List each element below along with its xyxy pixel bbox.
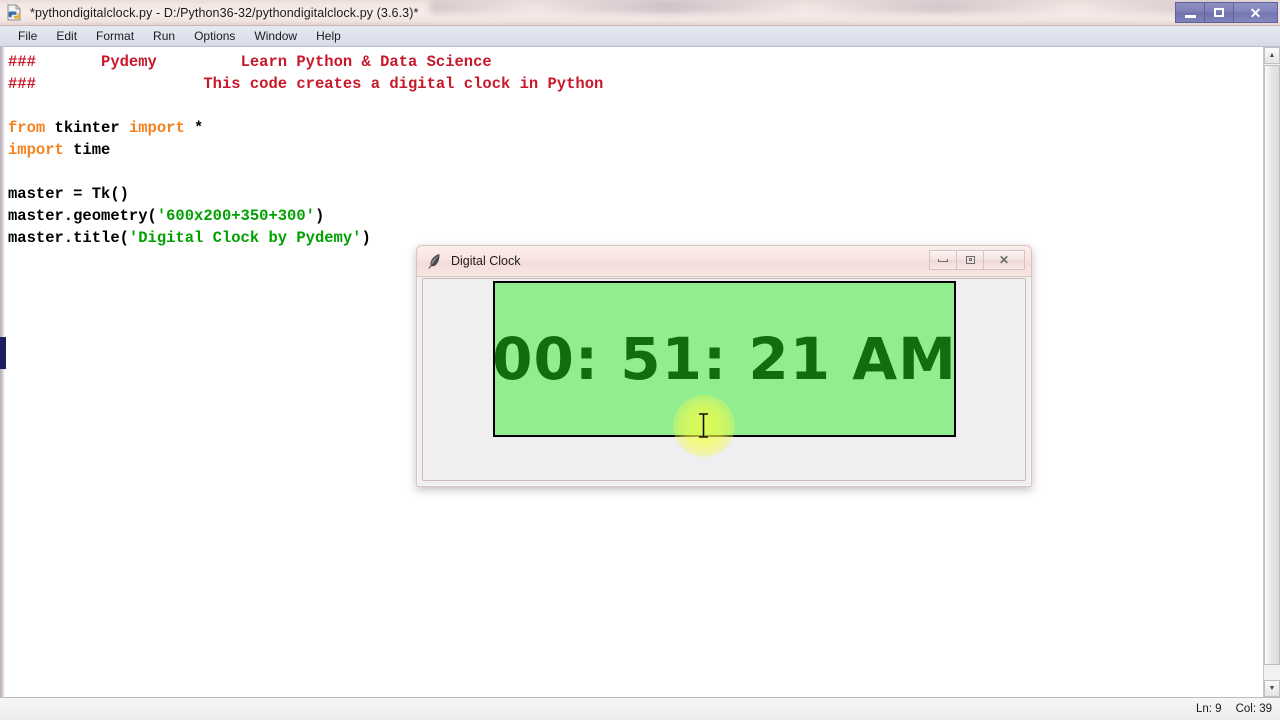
scroll-up-arrow-icon[interactable]: ▲	[1264, 47, 1280, 64]
maximize-icon	[965, 256, 975, 264]
minimize-icon	[1184, 14, 1196, 18]
clock-minimize-button[interactable]	[929, 250, 956, 270]
clock-titlebar[interactable]: Digital Clock ✕	[417, 246, 1031, 277]
code-token: This code creates a digital clock in Pyt…	[203, 75, 604, 93]
code-token: Learn Python & Data Science	[240, 53, 492, 71]
source-code-text[interactable]: ### Pydemy Learn Python & Data Science ##…	[8, 51, 603, 249]
code-token: import	[8, 141, 64, 159]
close-icon: ✕	[1249, 4, 1262, 21]
code-token: )	[314, 207, 325, 225]
code-token: *	[184, 119, 204, 137]
editor-left-edge	[0, 47, 5, 697]
idle-close-button[interactable]: ✕	[1233, 2, 1278, 23]
idle-maximize-button[interactable]	[1204, 2, 1233, 23]
clock-title-text: Digital Clock	[451, 254, 521, 268]
editor-left-marker	[0, 337, 6, 369]
code-token: ###	[8, 75, 36, 93]
close-icon: ✕	[998, 253, 1010, 267]
clock-window-body: 00: 51: 21 AM	[422, 278, 1026, 481]
idle-minimize-button[interactable]	[1175, 2, 1204, 23]
code-token: master.geometry(	[8, 207, 157, 225]
code-token: Pydemy	[101, 53, 157, 71]
code-line: ### Pydemy Learn Python & Data Science	[8, 51, 603, 73]
code-token: import	[128, 119, 185, 137]
scroll-down-arrow-icon[interactable]: ▼	[1264, 680, 1280, 697]
screen-root: *pythondigitalclock.py - D:/Python36-32/…	[0, 0, 1280, 720]
clock-maximize-button[interactable]	[956, 250, 983, 270]
status-line-number: Ln: 9	[1195, 703, 1222, 715]
code-token: master = Tk()	[8, 185, 129, 203]
code-token: master.title(	[8, 229, 129, 247]
clock-window-controls: ✕	[929, 250, 1025, 270]
menu-item-help[interactable]: Help	[307, 27, 350, 45]
menu-item-format[interactable]: Format	[87, 27, 143, 45]
code-line: import time	[8, 139, 603, 161]
tkinter-feather-icon	[428, 254, 440, 269]
code-token: time	[63, 141, 111, 159]
menu-item-run[interactable]: Run	[144, 27, 184, 45]
digital-clock-window[interactable]: Digital Clock ✕ 00: 51: 21 AM	[416, 245, 1032, 487]
code-token: tkinter	[45, 119, 129, 137]
maximize-icon	[1214, 8, 1224, 17]
clock-display-label: 00: 51: 21 AM	[492, 281, 957, 437]
menu-item-edit[interactable]: Edit	[47, 27, 86, 45]
code-line: ### This code creates a digital clock in…	[8, 73, 603, 95]
minimize-icon	[938, 258, 948, 262]
code-token: )	[361, 229, 371, 247]
idle-window-controls: ✕	[1175, 2, 1278, 23]
idle-menubar: File Edit Format Run Options Window Help	[0, 26, 1280, 47]
code-line: from tkinter import *	[8, 117, 603, 139]
code-line: master = Tk()	[8, 183, 603, 205]
code-token: ###	[8, 53, 36, 71]
python-file-icon	[7, 4, 21, 21]
code-token: 'Digital Clock by Pydemy'	[128, 229, 362, 247]
menu-item-file[interactable]: File	[9, 27, 46, 45]
clock-time-text: 00: 51: 21 AM	[492, 325, 957, 393]
idle-statusbar: Ln: 9 Col: 39	[0, 697, 1280, 720]
menu-item-window[interactable]: Window	[245, 27, 306, 45]
editor-vertical-scrollbar[interactable]: ▲ ▼	[1263, 47, 1280, 697]
code-token: from	[8, 119, 46, 137]
code-token: '600x200+350+300'	[156, 207, 315, 225]
scrollbar-thumb[interactable]	[1264, 65, 1280, 665]
idle-titlebar[interactable]: *pythondigitalclock.py - D:/Python36-32/…	[0, 0, 1280, 26]
status-column-number: Col: 39	[1235, 703, 1272, 715]
menu-item-options[interactable]: Options	[185, 27, 244, 45]
clock-close-button[interactable]: ✕	[983, 250, 1025, 270]
code-line: master.geometry('600x200+350+300')	[8, 205, 603, 227]
idle-title-text: *pythondigitalclock.py - D:/Python36-32/…	[30, 5, 419, 20]
